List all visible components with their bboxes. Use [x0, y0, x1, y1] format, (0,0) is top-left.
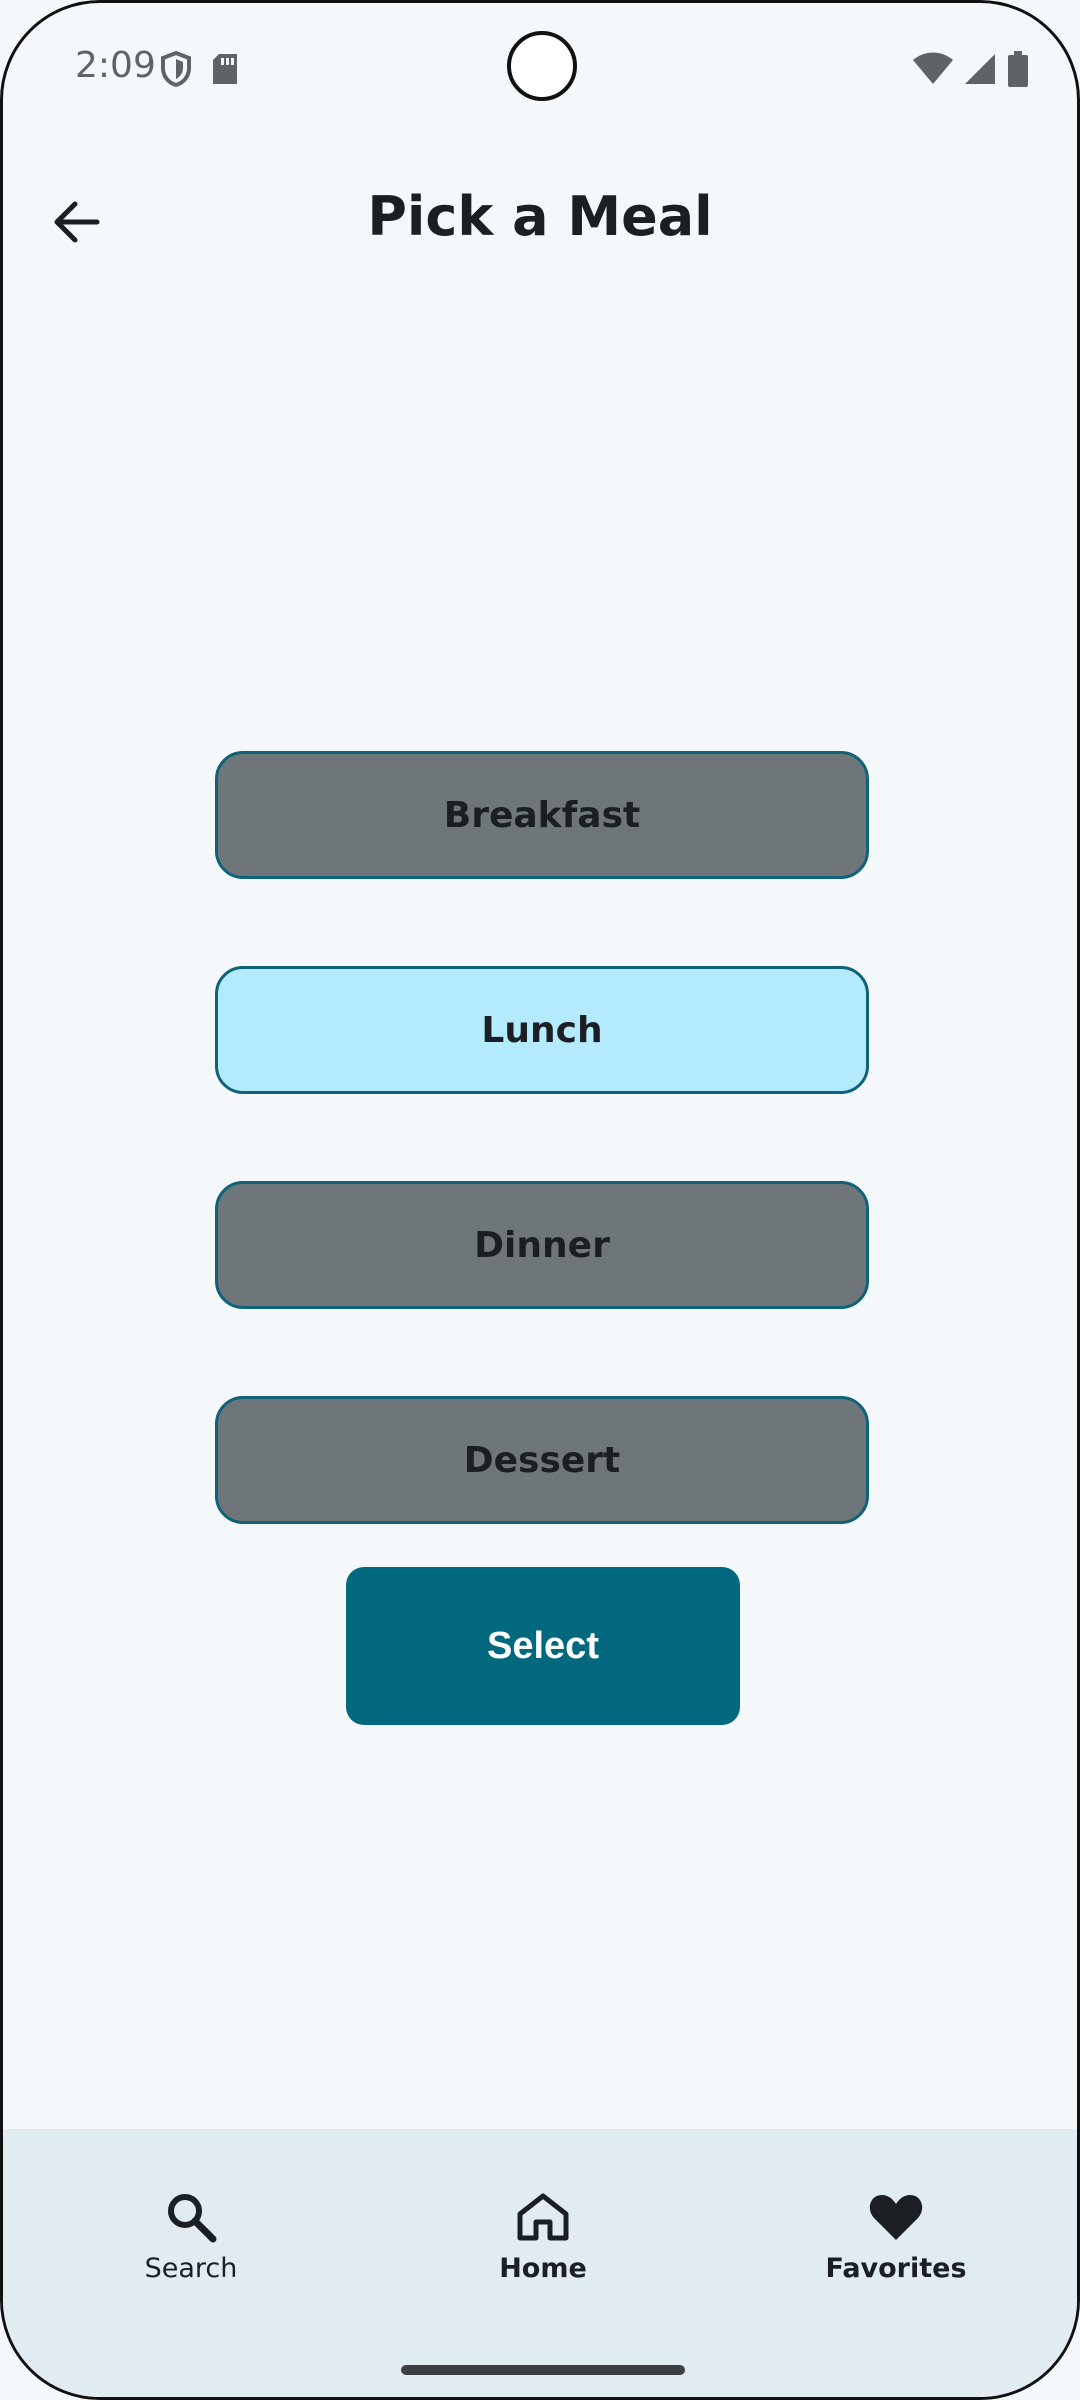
select-button[interactable]: Select	[346, 1567, 740, 1725]
status-left-icons	[161, 50, 239, 91]
wifi-icon	[913, 52, 953, 90]
nav-label-home: Home	[499, 2253, 587, 2284]
home-indicator[interactable]	[401, 2365, 685, 2375]
shield-icon	[161, 50, 191, 91]
status-bar: 2:09	[3, 3, 1077, 133]
search-icon	[163, 2189, 219, 2245]
nav-label-favorites: Favorites	[825, 2253, 967, 2284]
top-app-bar: Pick a Meal	[3, 163, 1077, 273]
app-screen: 2:09 Pick a Meal Breakfast Lunch Dinner …	[0, 0, 1080, 2400]
meal-option-dessert[interactable]: Dessert	[215, 1396, 869, 1524]
battery-icon	[1007, 51, 1029, 91]
meal-option-lunch[interactable]: Lunch	[215, 966, 869, 1094]
sd-card-icon	[211, 52, 239, 90]
camera-cutout	[507, 31, 577, 101]
bottom-navigation: Search Home Favorites	[3, 2129, 1077, 2397]
meal-option-breakfast[interactable]: Breakfast	[215, 751, 869, 879]
status-time: 2:09	[75, 45, 156, 86]
heart-icon	[868, 2189, 924, 2245]
status-right-icons	[913, 51, 1029, 91]
nav-label-search: Search	[144, 2253, 238, 2284]
meal-option-dinner[interactable]: Dinner	[215, 1181, 869, 1309]
page-title: Pick a Meal	[367, 185, 713, 248]
nav-item-home[interactable]: Home	[393, 2189, 693, 2284]
home-icon	[515, 2189, 571, 2245]
nav-item-favorites[interactable]: Favorites	[746, 2189, 1046, 2284]
nav-item-search[interactable]: Search	[41, 2189, 341, 2284]
signal-icon	[963, 52, 997, 90]
